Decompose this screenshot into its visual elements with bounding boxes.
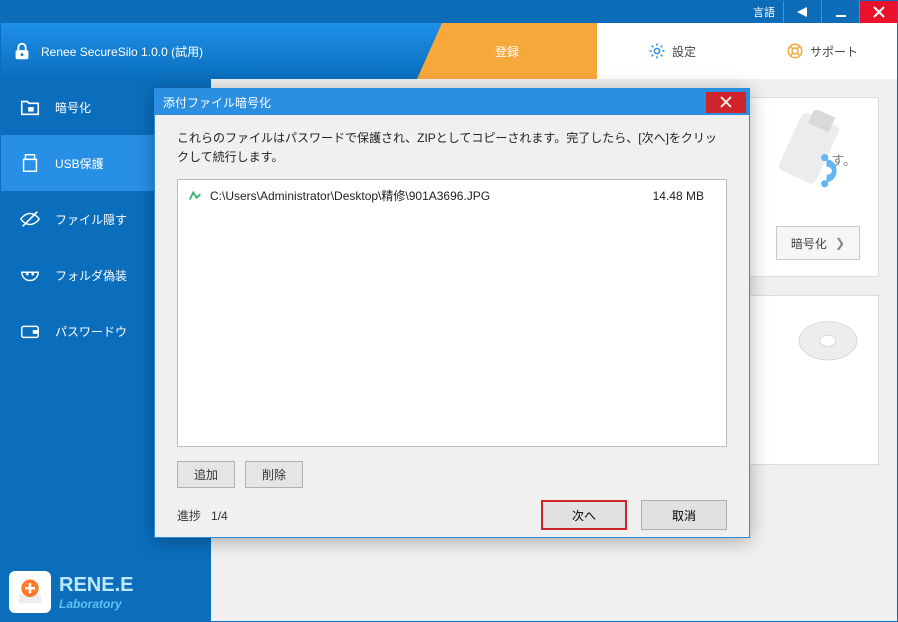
- minimize-icon: [835, 6, 847, 18]
- add-button[interactable]: 追加: [177, 461, 235, 488]
- eye-slash-icon: [19, 208, 41, 230]
- progress-step: 進捗 1/4: [177, 507, 228, 524]
- encrypt-button[interactable]: 暗号化 ❯: [776, 226, 860, 260]
- minimize-button[interactable]: [821, 1, 859, 23]
- dialog-close-button[interactable]: [706, 92, 746, 113]
- close-button[interactable]: [859, 1, 897, 23]
- lock-icon: [11, 40, 33, 62]
- dialog-actions: 次へ 取消: [541, 500, 727, 530]
- dialog-footer: 進捗 1/4 次へ 取消: [155, 488, 749, 530]
- mask-icon: [19, 264, 41, 286]
- sidebar-item-label: ファイル隠す: [55, 211, 127, 228]
- dialog-titlebar: 添付ファイル暗号化: [155, 89, 749, 115]
- language-label[interactable]: 言語: [753, 4, 775, 20]
- brand-footer: RENE.E Laboratory: [9, 571, 133, 613]
- file-list[interactable]: C:\Users\Administrator\Desktop\精修\901A36…: [177, 179, 727, 447]
- sidebar-item-label: パスワードウ: [55, 323, 127, 340]
- app-header: Renee SecureSilo 1.0.0 (試用) 登録 設定 サポート: [1, 23, 897, 79]
- dialog-body: これらのファイルはパスワードで保護され、ZIPとしてコピーされます。完了したら、…: [155, 115, 749, 461]
- dialog-toolbar: 追加 削除: [155, 461, 749, 488]
- cancel-button[interactable]: 取消: [641, 500, 727, 530]
- brand-icon: [9, 571, 51, 613]
- triangle-left-icon: [797, 7, 809, 17]
- header-tabs: 登録 設定 サポート: [417, 23, 897, 79]
- progress-label: 進捗: [177, 509, 201, 523]
- sidebar-item-label: USB保護: [55, 155, 104, 172]
- app-title-text: Renee SecureSilo 1.0.0 (試用): [41, 43, 203, 60]
- brand-line1: RENE.E: [59, 574, 133, 597]
- lifebuoy-icon: [786, 42, 804, 60]
- chevron-right-icon: ❯: [835, 236, 845, 250]
- app-window: 言語 Renee SecureSilo 1.0.0 (試用) 登録 設定: [0, 0, 898, 622]
- cancel-button-label: 取消: [672, 507, 696, 524]
- close-icon: [873, 6, 885, 18]
- delete-button[interactable]: 削除: [245, 461, 303, 488]
- dialog-title: 添付ファイル暗号化: [163, 94, 271, 111]
- folder-lock-icon: [19, 96, 41, 118]
- gear-icon: [648, 42, 666, 60]
- delete-button-label: 削除: [262, 466, 286, 483]
- tab-settings-label: 設定: [672, 43, 696, 60]
- brand-line2: Laboratory: [59, 597, 133, 611]
- app-title: Renee SecureSilo 1.0.0 (試用): [11, 40, 203, 62]
- add-button-label: 追加: [194, 466, 218, 483]
- file-size: 14.48 MB: [616, 189, 716, 203]
- encrypt-button-label: 暗号化: [791, 235, 827, 252]
- tab-register-label: 登録: [495, 43, 519, 60]
- sidebar-item-label: フォルダ偽装: [55, 267, 127, 284]
- progress-value: 1/4: [211, 509, 228, 523]
- tab-settings[interactable]: 設定: [597, 23, 747, 79]
- tab-support-label: サポート: [810, 43, 858, 60]
- attach-encrypt-dialog: 添付ファイル暗号化 これらのファイルはパスワードで保護され、ZIPとしてコピーさ…: [154, 88, 750, 538]
- disc-icon: [788, 304, 868, 384]
- file-path: C:\Users\Administrator\Desktop\精修\901A36…: [210, 187, 608, 204]
- tab-support[interactable]: サポート: [747, 23, 897, 79]
- card-description: す。: [831, 150, 856, 169]
- back-button[interactable]: [783, 1, 821, 23]
- system-titlebar: 言語: [1, 1, 897, 23]
- file-status-icon: [188, 189, 202, 203]
- brand-text: RENE.E Laboratory: [59, 574, 133, 611]
- next-button-label: 次へ: [572, 507, 596, 524]
- wallet-icon: [19, 320, 41, 342]
- sidebar-item-label: 暗号化: [55, 99, 91, 116]
- close-icon: [720, 96, 732, 108]
- usb-icon: [19, 152, 41, 174]
- next-button[interactable]: 次へ: [541, 500, 627, 530]
- tab-register[interactable]: 登録: [417, 23, 597, 79]
- file-row[interactable]: C:\Users\Administrator\Desktop\精修\901A36…: [178, 180, 726, 211]
- dialog-message: これらのファイルはパスワードで保護され、ZIPとしてコピーされます。完了したら、…: [177, 129, 727, 167]
